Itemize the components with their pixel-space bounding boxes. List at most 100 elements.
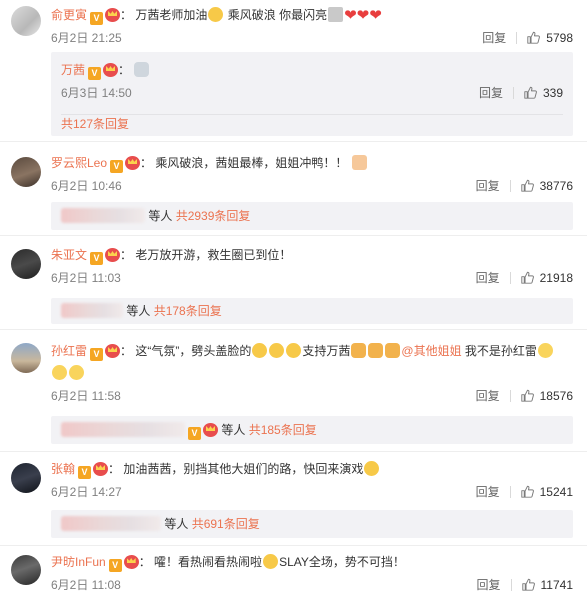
verified-icon: V xyxy=(108,559,122,572)
verified-icon: V xyxy=(90,12,104,25)
reply-button[interactable]: 回复 xyxy=(476,271,500,285)
thumbs-up-icon xyxy=(521,389,534,402)
verified-icon: V xyxy=(188,427,201,440)
blurred-replier-names xyxy=(61,303,123,318)
vip-crown-icon xyxy=(105,8,121,22)
verified-icon: V xyxy=(88,67,102,80)
reply-box: 等人 共178条回复 xyxy=(51,298,573,324)
like-button[interactable]: 38776 xyxy=(521,179,573,193)
like-button[interactable]: 11741 xyxy=(522,578,573,592)
mention-link[interactable]: @其他姐姐 xyxy=(401,344,461,358)
comment-item: 俞更寅 V： 万茜老师加油 乘风破浪 你最闪亮 ❤❤❤ 6月2日 21:25 回复 5… xyxy=(0,0,587,142)
blurred-replier-names xyxy=(61,516,161,531)
like-count: 21918 xyxy=(539,271,573,285)
comment-text: 嚯！看热闹看热闹啦 xyxy=(154,555,263,569)
comment-text: 我不是孙红雷 xyxy=(464,344,537,358)
yum-emoji-icon xyxy=(263,554,279,569)
username[interactable]: 孙红雷 xyxy=(51,344,87,358)
reply-button[interactable]: 回复 xyxy=(476,179,500,193)
vip-crown-icon xyxy=(93,462,109,476)
reply-button[interactable]: 回复 xyxy=(479,86,503,100)
shocked-emoji-icon xyxy=(286,343,302,358)
crown-emoji-icon xyxy=(134,62,150,77)
vip-crown-icon xyxy=(123,555,139,569)
sparkle-emoji-icon xyxy=(351,155,367,170)
like-button[interactable]: 5798 xyxy=(527,31,573,45)
crying-emoji-icon xyxy=(52,365,67,380)
thumbs-up-icon xyxy=(521,485,534,498)
username[interactable]: 俞更寅 xyxy=(51,8,87,22)
thumbs-up-icon xyxy=(524,86,537,99)
blurred-replier-names xyxy=(61,422,185,437)
reply-box: 等人 共2939条回复 xyxy=(51,202,573,230)
verified-icon: V xyxy=(90,348,104,361)
like-count: 5798 xyxy=(546,31,573,45)
blurred-replier-names xyxy=(61,208,145,223)
heart-icon: ❤ xyxy=(356,7,370,24)
comment-time: 6月2日 11:08 xyxy=(51,578,121,592)
like-button[interactable]: 339 xyxy=(524,86,563,100)
crying-emoji-icon xyxy=(69,365,84,380)
comment-item: 罗云熙Leo V： 乘风破浪，茜姐最棒，姐姐冲鸭！！ 6月2日 10:46 回复 3… xyxy=(0,142,587,236)
comment-time: 6月2日 14:27 xyxy=(51,485,122,499)
view-more-replies-link[interactable]: 共691条回复 xyxy=(192,517,260,531)
verified-icon: V xyxy=(110,160,124,173)
like-count: 11741 xyxy=(540,578,573,592)
reply-button[interactable]: 回复 xyxy=(476,485,500,499)
comment-item: 朱亚文 V： 老万放开游，救生圈已到位！ 6月2日 11:03 回复 21918 等… xyxy=(0,236,587,330)
sparkle-emoji-icon xyxy=(328,7,344,22)
sweat-emoji-icon xyxy=(537,343,553,358)
like-button[interactable]: 21918 xyxy=(521,271,573,285)
like-button[interactable]: 15241 xyxy=(521,485,573,499)
like-count: 18576 xyxy=(539,389,573,403)
username[interactable]: 朱亚文 xyxy=(51,248,87,262)
comment-text: 这“气氛”，劈头盖脸的 xyxy=(135,344,252,358)
view-more-replies-link[interactable]: 共178条回复 xyxy=(154,304,222,318)
shocked-emoji-icon xyxy=(269,343,285,358)
like-button[interactable]: 18576 xyxy=(521,389,573,403)
comment-item: 尹昉InFun V： 嚯！看热闹看热闹啦 SLAY全场，势不可挡！ 6月2日 11:… xyxy=(0,546,587,604)
comment-text: 万茜老师加油 xyxy=(135,8,208,22)
fist-emoji-icon xyxy=(351,343,367,358)
comment-item: 张翰 V： 加油茜茜，别挡其他大姐们的路，快回来演戏 6月2日 14:27 回复 1… xyxy=(0,452,587,546)
view-more-replies-link[interactable]: 共185条回复 xyxy=(249,423,317,437)
comment-time: 6月2日 11:03 xyxy=(51,271,121,285)
vip-crown-icon xyxy=(125,156,141,170)
reply-time: 6月3日 14:50 xyxy=(61,86,132,100)
avatar[interactable] xyxy=(11,343,41,373)
avatar[interactable] xyxy=(11,6,41,36)
fist-emoji-icon xyxy=(385,343,401,358)
comment-time: 6月2日 11:58 xyxy=(51,389,121,403)
avatar[interactable] xyxy=(11,249,41,279)
muscle-emoji-icon xyxy=(208,7,224,22)
verified-icon: V xyxy=(90,252,104,265)
shocked-emoji-icon xyxy=(252,343,268,358)
comment-text: SLAY全场，势不可挡！ xyxy=(279,555,405,569)
view-more-replies-link[interactable]: 共127条回复 xyxy=(61,117,129,131)
username[interactable]: 尹昉InFun xyxy=(51,555,106,569)
comment-text: 支持万茜 xyxy=(302,344,351,358)
avatar[interactable] xyxy=(11,555,41,585)
thumbs-up-icon xyxy=(521,271,534,284)
avatar[interactable] xyxy=(11,463,41,493)
vip-crown-icon xyxy=(203,423,218,437)
reply-button[interactable]: 回复 xyxy=(482,31,506,45)
view-more-replies-link[interactable]: 共2939条回复 xyxy=(176,209,251,223)
comment-text: 老万放开游，救生圈已到位！ xyxy=(135,248,292,262)
vip-crown-icon xyxy=(105,344,121,358)
vip-crown-icon xyxy=(105,248,121,262)
thumbs-up-icon xyxy=(522,578,535,591)
comment-time: 6月2日 10:46 xyxy=(51,179,122,193)
vip-crown-icon xyxy=(103,63,119,77)
username[interactable]: 张翰 xyxy=(51,462,75,476)
username[interactable]: 罗云熙Leo xyxy=(51,156,107,170)
fist-emoji-icon xyxy=(368,343,384,358)
heart-icon: ❤ xyxy=(369,7,382,24)
reply-button[interactable]: 回复 xyxy=(476,389,500,403)
reply-button[interactable]: 回复 xyxy=(477,578,501,592)
reply-username[interactable]: 万茜 xyxy=(61,63,85,77)
comment-item: 孙红雷 V： 这“气氛”，劈头盖脸的 支持万茜 @其他姐姐 我不是孙红雷 6月2日 1… xyxy=(0,330,587,452)
thumbs-up-icon xyxy=(521,179,534,192)
yum-emoji-icon xyxy=(364,461,380,476)
avatar[interactable] xyxy=(11,157,41,187)
